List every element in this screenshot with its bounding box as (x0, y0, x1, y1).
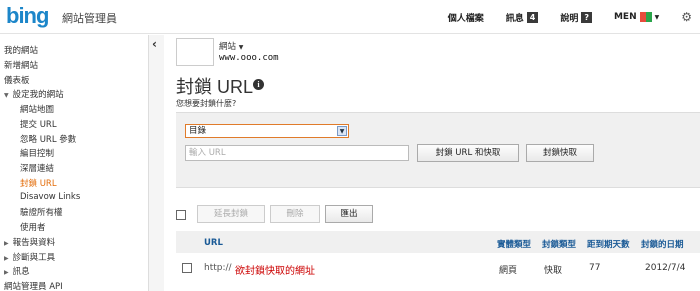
row-entity-type: 網頁 (499, 266, 518, 276)
export-button[interactable]: 匯出 (325, 205, 373, 223)
site-url: www.ooo.com (219, 53, 279, 63)
sidebar-item-verify-ownership[interactable]: 驗證所有權 (20, 206, 63, 218)
bing-logo[interactable]: bing (6, 3, 49, 29)
messages-count-badge: 4 (526, 11, 539, 23)
sidebar-collapse-column: ‹ (148, 35, 164, 291)
sidebar-item-messages[interactable]: ▶ 訊息 (4, 265, 30, 277)
collapsed-triangle-icon: ▶ (4, 255, 9, 262)
sidebar: 我的網站 新增網站 儀表板 ▼ 設定我的網站 網站地圖 提交 URL 忽略 URL… (0, 35, 150, 291)
help-icon: ? (581, 11, 592, 23)
gear-icon[interactable]: ⚙ (681, 10, 692, 24)
sidebar-item-webmaster-api[interactable]: 網站管理員 API (4, 280, 63, 291)
sidebar-item-label: 診斷與工具 (12, 253, 56, 263)
sidebar-item-diagnostics[interactable]: ▶ 診斷與工具 (4, 251, 55, 263)
column-header-days-to-expire[interactable]: 距到期天數 (587, 238, 630, 250)
site-label: 網站 (219, 42, 237, 52)
site-selector[interactable]: 網站 ▼ (219, 40, 243, 52)
block-type-select[interactable]: 目錄 ▼ (185, 124, 349, 138)
block-cache-button[interactable]: 封鎖快取 (526, 144, 594, 162)
chevron-down-icon: ▼ (337, 126, 347, 136)
row-url-prefix: http:// (204, 263, 232, 273)
site-thumbnail (176, 38, 214, 66)
messages-link[interactable]: 訊息 4 (506, 11, 539, 24)
chevron-down-icon: ▼ (238, 44, 244, 51)
block-type-value: 目錄 (189, 126, 207, 136)
expanded-triangle-icon: ▼ (4, 92, 9, 99)
help-label: 說明 (560, 13, 579, 24)
top-header: bing 網站管理員 個人檔案 訊息 4 說明 ? MEN ▼ ⚙ (0, 0, 700, 34)
profile-link[interactable]: 個人檔案 (448, 11, 484, 24)
column-header-block-type[interactable]: 封鎖類型 (542, 238, 576, 250)
sidebar-item-configure-site[interactable]: ▼ 設定我的網站 (4, 88, 64, 100)
sidebar-item-ignore-url-params[interactable]: 忽略 URL 參數 (20, 133, 76, 145)
collapsed-triangle-icon: ▶ (4, 240, 9, 247)
sidebar-item-users[interactable]: 使用者 (20, 221, 46, 233)
row-block-date: 2012/7/4 (645, 263, 686, 273)
sidebar-item-sitemaps[interactable]: 網站地圖 (20, 103, 54, 115)
row-days-to-expire: 77 (589, 263, 601, 273)
sidebar-item-label: 設定我的網站 (12, 90, 64, 100)
sidebar-item-add-site[interactable]: 新增網站 (4, 59, 38, 71)
sidebar-item-label: 報告與資料 (12, 238, 56, 248)
sidebar-item-reports[interactable]: ▶ 報告與資料 (4, 236, 55, 248)
messages-label: 訊息 (505, 13, 524, 24)
column-header-entity-type[interactable]: 實體類型 (497, 238, 531, 250)
column-header-url[interactable]: URL (204, 238, 223, 248)
row-block-type: 快取 (544, 266, 563, 276)
block-url-and-cache-button[interactable]: 封鎖 URL 和快取 (417, 144, 519, 162)
app-title: 網站管理員 (62, 12, 117, 25)
collapse-chevron-icon[interactable]: ‹ (152, 37, 157, 51)
sidebar-item-disavow-links[interactable]: Disavow Links (20, 192, 80, 202)
block-question-label: 您想要封鎖什麼? (176, 99, 237, 108)
chevron-down-icon: ▼ (654, 13, 660, 21)
select-all-checkbox[interactable] (176, 210, 186, 220)
sidebar-item-crawl-control[interactable]: 編目控制 (20, 147, 54, 159)
info-icon[interactable]: i (253, 79, 264, 90)
url-input[interactable]: 輸入 URL (185, 145, 409, 161)
row-url: 欲封鎖快取的網址 (235, 266, 315, 277)
column-header-block-date[interactable]: 封鎖的日期 (641, 238, 684, 250)
help-link[interactable]: 說明 ? (560, 11, 592, 24)
page-title: 封鎖 URL (176, 77, 254, 97)
sidebar-item-dashboard[interactable]: 儀表板 (4, 74, 30, 86)
locale-selector[interactable]: MEN ▼ (614, 12, 659, 22)
collapsed-triangle-icon: ▶ (4, 269, 9, 276)
extend-block-button[interactable]: 延長封鎖 (197, 205, 265, 223)
top-nav: 個人檔案 訊息 4 說明 ? MEN ▼ ⚙ (448, 10, 692, 24)
locale-label: MEN (613, 12, 637, 22)
delete-button[interactable]: 刪除 (270, 205, 320, 223)
sidebar-item-submit-urls[interactable]: 提交 URL (20, 118, 57, 130)
sidebar-item-block-urls[interactable]: 封鎖 URL (20, 177, 57, 189)
windows-flag-icon (639, 12, 652, 22)
sidebar-item-label: 訊息 (12, 267, 30, 277)
row-checkbox[interactable] (182, 263, 192, 273)
sidebar-item-deep-links[interactable]: 深層連結 (20, 162, 54, 174)
sidebar-item-my-sites[interactable]: 我的網站 (4, 44, 38, 56)
